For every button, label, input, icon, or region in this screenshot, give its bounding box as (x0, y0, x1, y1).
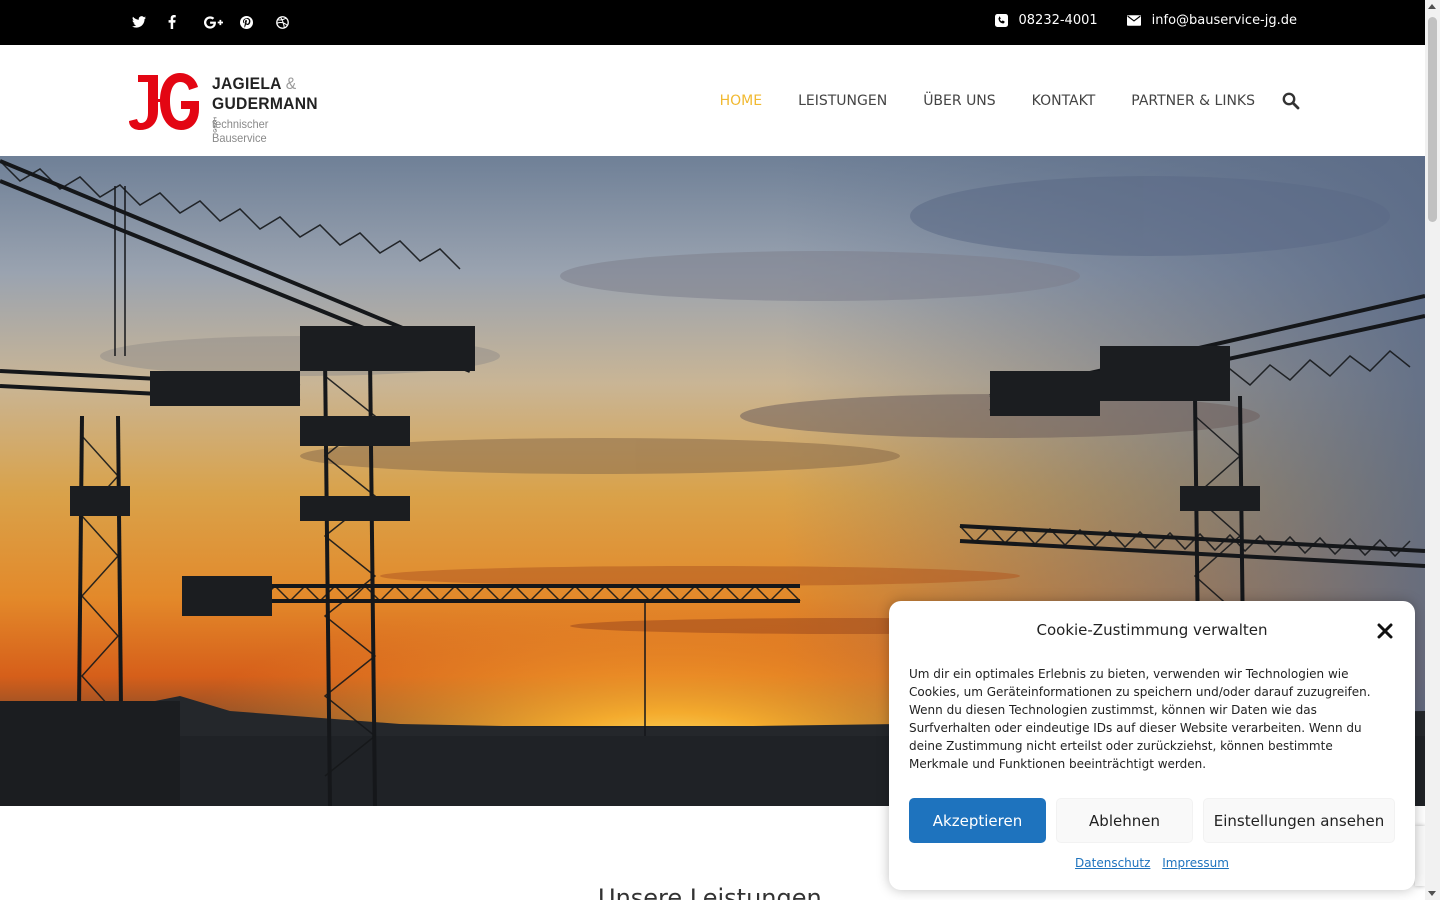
scroll-up-arrow-icon[interactable] (1428, 4, 1436, 9)
privacy-link[interactable]: Datenschutz (1075, 856, 1150, 870)
scroll-down-arrow-icon[interactable] (1428, 891, 1436, 896)
social-links (132, 13, 312, 31)
search-icon[interactable] (1282, 92, 1300, 110)
logo-tagline: technischer Bauservice (212, 117, 269, 145)
email-contact[interactable]: info@bauservice-jg.de (1126, 13, 1297, 28)
google-plus-icon[interactable] (204, 13, 240, 31)
site-logo[interactable]: JAGIELA & GUDERMANNGmbH technischer Baus… (128, 69, 333, 145)
cookie-dialog-title: Cookie-Zustimmung verwalten (1036, 621, 1268, 639)
phone-contact[interactable]: 08232-4001 (994, 13, 1098, 28)
view-preferences-button[interactable]: Einstellungen ansehen (1203, 798, 1395, 843)
scrollbar-thumb[interactable] (1428, 17, 1437, 222)
logo-ampersand: & (285, 74, 297, 93)
section-heading: Unsere Leistungen (598, 884, 822, 900)
logo-line1: JAGIELA & (212, 74, 296, 94)
logo-jagiela: JAGIELA (212, 74, 282, 93)
cookie-consent-dialog: Cookie-Zustimmung verwalten Um dir ein o… (889, 601, 1415, 890)
twitter-icon[interactable] (132, 13, 168, 31)
page-scrollbar[interactable] (1425, 0, 1440, 900)
logo-mark-icon (129, 73, 199, 130)
logo-gudermann: GUDERMANN (212, 94, 318, 113)
facebook-icon[interactable] (168, 13, 204, 31)
top-bar: 08232-4001 info@bauservice-jg.de (0, 0, 1425, 45)
envelope-icon (1126, 15, 1141, 26)
nav-leistungen[interactable]: LEISTUNGEN (798, 93, 887, 109)
dribbble-icon[interactable] (276, 13, 312, 31)
accept-button[interactable]: Akzeptieren (909, 798, 1046, 843)
close-icon[interactable] (1376, 622, 1394, 640)
cookie-links: Datenschutz Impressum (889, 856, 1415, 870)
main-navigation: HOME LEISTUNGEN ÜBER UNS KONTAKT PARTNER… (684, 93, 1255, 109)
cookie-message: Um dir ein optimales Erlebnis zu bieten,… (909, 667, 1371, 771)
nav-partner-links[interactable]: PARTNER & LINKS (1131, 93, 1255, 109)
nav-home[interactable]: HOME (720, 93, 762, 109)
phone-number[interactable]: 08232-4001 (1019, 13, 1098, 28)
email-address[interactable]: info@bauservice-jg.de (1152, 13, 1297, 28)
site-header: JAGIELA & GUDERMANNGmbH technischer Baus… (0, 45, 1425, 156)
nav-ueber-uns[interactable]: ÜBER UNS (923, 93, 995, 109)
contact-info: 08232-4001 info@bauservice-jg.de (994, 13, 1297, 28)
pinterest-icon[interactable] (240, 13, 276, 31)
deny-button[interactable]: Ablehnen (1056, 798, 1193, 843)
imprint-link[interactable]: Impressum (1162, 856, 1229, 870)
phone-icon (994, 14, 1008, 27)
recaptcha-badge[interactable] (1415, 826, 1425, 886)
nav-kontakt[interactable]: KONTAKT (1032, 93, 1096, 109)
